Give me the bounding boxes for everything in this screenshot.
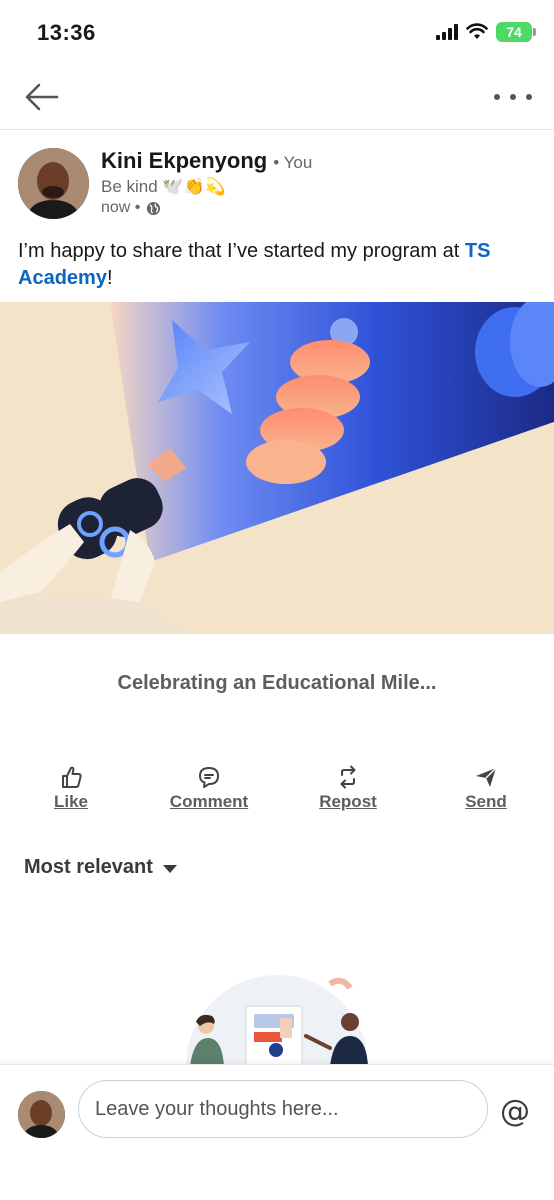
like-button[interactable]: Like	[16, 764, 126, 812]
back-arrow-icon	[25, 83, 59, 111]
repost-label: Repost	[319, 792, 377, 811]
post-header: Kini Ekpenyong • You Be kind 🕊️👏💫 now •	[18, 146, 538, 222]
status-bar: 13:36 74	[0, 0, 554, 66]
comment-label: Comment	[169, 792, 249, 811]
wifi-icon	[466, 23, 488, 39]
author-line: Kini Ekpenyong • You	[101, 148, 312, 174]
comment-button[interactable]: Comment	[154, 764, 264, 812]
current-user-avatar	[18, 1091, 65, 1138]
comment-icon	[199, 767, 219, 788]
card-title: Celebrating an Educational Mile...	[117, 672, 437, 694]
sort-label: Most relevant	[24, 856, 153, 878]
more-options-button[interactable]	[494, 84, 532, 110]
repost-button[interactable]: Repost	[293, 764, 403, 812]
caret-down-icon	[162, 864, 177, 873]
author-relation: • You	[273, 153, 313, 172]
post-text: I’m happy to share that I’ve started my …	[18, 238, 538, 292]
status-time: 13:36	[37, 20, 96, 45]
top-nav	[0, 66, 554, 130]
post-meta: now •	[101, 199, 161, 217]
post-text-body: I’m happy to share that I’ve started my …	[18, 240, 460, 262]
author-tagline: Be kind 🕊️👏💫	[101, 177, 226, 196]
signal-icon	[436, 24, 458, 40]
battery-charging-icon: 74	[496, 22, 536, 42]
back-button[interactable]	[22, 80, 62, 114]
thumbs-up-icon	[62, 766, 82, 788]
author-name[interactable]: Kini Ekpenyong	[101, 148, 267, 174]
link-card[interactable]: Celebrating an Educational Mile...	[0, 634, 554, 734]
post-time: now •	[101, 199, 141, 216]
send-button[interactable]: Send	[431, 764, 541, 812]
repost-icon	[340, 765, 356, 789]
comment-composer: @	[0, 1064, 554, 1200]
battery-level: 74	[506, 24, 522, 40]
post-image[interactable]	[0, 302, 554, 634]
more-dots-icon	[494, 94, 500, 100]
empty-comments-illustration	[180, 970, 374, 1066]
send-label: Send	[465, 792, 507, 811]
post-text-suffix: !	[106, 267, 113, 289]
send-icon	[476, 767, 497, 787]
comments-sort-dropdown[interactable]: Most relevant	[24, 856, 177, 879]
comment-input[interactable]	[78, 1080, 488, 1138]
like-label: Like	[53, 792, 89, 811]
status-icons: 74	[436, 22, 536, 42]
mention-button[interactable]: @	[500, 1094, 530, 1129]
globe-icon	[147, 201, 161, 215]
author-avatar[interactable]	[18, 148, 89, 219]
post-actions: Like Comment Repost Send	[0, 764, 554, 818]
